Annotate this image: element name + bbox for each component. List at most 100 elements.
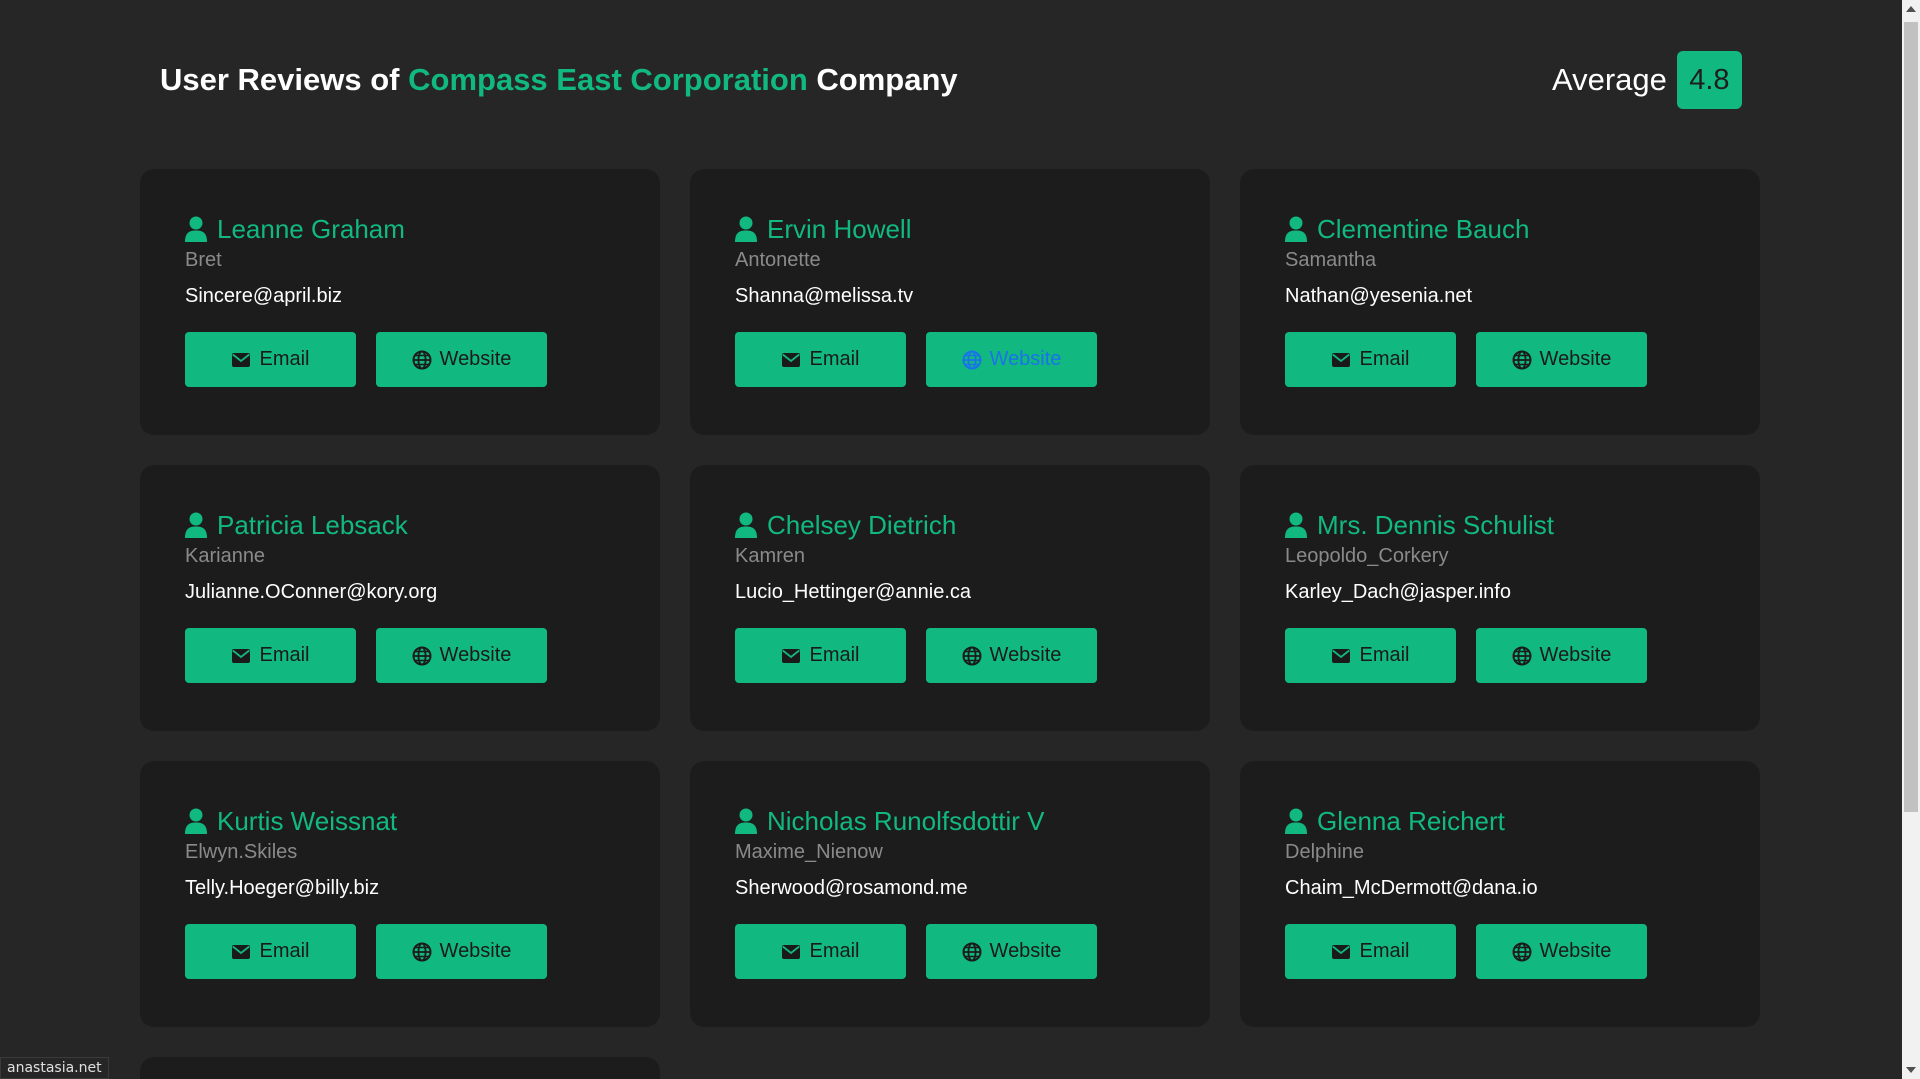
- globe-icon: [1512, 350, 1532, 370]
- website-button-label: Website: [1539, 940, 1612, 962]
- email-button[interactable]: Email: [1285, 924, 1456, 979]
- user-name-text: Nicholas Runolfsdottir V: [767, 805, 1045, 836]
- card-actions: Email Website: [185, 332, 615, 387]
- user-icon: [185, 216, 207, 242]
- user-email: Lucio_Hettinger@annie.ca: [735, 581, 972, 603]
- email-button[interactable]: Email: [185, 332, 356, 387]
- website-button[interactable]: Website: [926, 628, 1097, 683]
- card-actions: Email Website: [735, 628, 1165, 683]
- scrollbar-thumb[interactable]: [1904, 22, 1918, 812]
- email-button[interactable]: Email: [185, 924, 356, 979]
- user-name: Ervin Howell: [735, 213, 1165, 245]
- user-icon: [735, 216, 757, 242]
- email-button[interactable]: Email: [735, 628, 906, 683]
- user-name-text: Glenna Reichert: [1317, 805, 1505, 836]
- user-email: Telly.Hoeger@billy.biz: [185, 877, 380, 899]
- vertical-scrollbar[interactable]: [1902, 0, 1920, 1079]
- title-prefix: User Reviews of: [160, 62, 400, 97]
- page: User Reviews of Compass East Corporation…: [0, 0, 1920, 1079]
- review-card: Mrs. Dennis Schulist Leopoldo_Corkery Karl…: [1240, 465, 1760, 731]
- user-username: Delphine: [1285, 841, 1364, 863]
- user-name: Leanne Graham: [185, 213, 615, 245]
- email-button-label: Email: [259, 940, 310, 962]
- scroll-up-arrow-icon[interactable]: [1906, 6, 1916, 12]
- website-button[interactable]: Website: [376, 628, 547, 683]
- website-button-label: Website: [439, 940, 512, 962]
- email-button[interactable]: Email: [1285, 628, 1456, 683]
- website-button-label: Website: [989, 644, 1062, 666]
- average-rating: Average 4.8: [1552, 51, 1742, 109]
- average-badge: 4.8: [1676, 51, 1742, 109]
- user-username: Kamren: [735, 545, 806, 567]
- user-username: Antonette: [735, 249, 821, 271]
- user-name: Clementine Bauch: [1285, 213, 1715, 245]
- status-bar-url: anastasia.net: [0, 1057, 109, 1079]
- email-button-label: Email: [1359, 348, 1410, 370]
- review-card: Nicholas Runolfsdottir V Maxime_Nienow She…: [690, 761, 1210, 1027]
- website-button-label: Website: [989, 940, 1062, 962]
- envelope-icon: [231, 942, 251, 962]
- website-button-label: Website: [439, 644, 512, 666]
- website-button-label: Website: [1539, 348, 1612, 370]
- envelope-icon: [1331, 942, 1351, 962]
- email-button[interactable]: Email: [735, 332, 906, 387]
- review-card: Chelsey Dietrich Kamren Lucio_Hettinger@an…: [690, 465, 1210, 731]
- globe-icon: [962, 646, 982, 666]
- user-name: Glenna Reichert: [1285, 805, 1715, 837]
- user-email: Chaim_McDermott@dana.io: [1285, 877, 1538, 899]
- user-email: Sincere@april.biz: [185, 285, 343, 307]
- card-actions: Email Website: [735, 924, 1165, 979]
- user-icon: [735, 808, 757, 834]
- user-username: Karianne: [185, 545, 266, 567]
- card-actions: Email Website: [1285, 924, 1715, 979]
- envelope-icon: [781, 646, 801, 666]
- email-button-label: Email: [809, 644, 860, 666]
- review-card-grid: Leanne Graham Bret Sincere@april.biz Email W…: [140, 169, 1760, 1079]
- website-button[interactable]: Website: [926, 332, 1097, 387]
- user-name-text: Ervin Howell: [767, 213, 912, 244]
- envelope-icon: [781, 942, 801, 962]
- website-button-label: Website: [989, 348, 1062, 370]
- review-card: Ervin Howell Antonette Shanna@melissa.tv Em…: [690, 169, 1210, 435]
- envelope-icon: [231, 646, 251, 666]
- user-icon: [185, 512, 207, 538]
- user-username: Elwyn.Skiles: [185, 841, 298, 863]
- average-label: Average: [1552, 62, 1667, 97]
- scroll-down-arrow-icon[interactable]: [1906, 1067, 1916, 1073]
- user-icon: [185, 808, 207, 834]
- user-icon: [1285, 216, 1307, 242]
- card-actions: Email Website: [185, 628, 615, 683]
- envelope-icon: [1331, 350, 1351, 370]
- globe-icon: [1512, 646, 1532, 666]
- user-name: Kurtis Weissnat: [185, 805, 615, 837]
- website-button[interactable]: Website: [1476, 332, 1647, 387]
- website-button[interactable]: Website: [376, 332, 547, 387]
- website-button[interactable]: Website: [376, 924, 547, 979]
- website-button[interactable]: Website: [1476, 924, 1647, 979]
- user-name: Patricia Lebsack: [185, 509, 615, 541]
- email-button-label: Email: [259, 348, 310, 370]
- user-icon: [1285, 512, 1307, 538]
- user-name-text: Leanne Graham: [217, 213, 405, 244]
- website-button-label: Website: [439, 348, 512, 370]
- user-name-text: Kurtis Weissnat: [217, 805, 398, 836]
- website-button[interactable]: Website: [926, 924, 1097, 979]
- globe-icon: [412, 942, 432, 962]
- user-name: Nicholas Runolfsdottir V: [735, 805, 1165, 837]
- globe-icon: [962, 942, 982, 962]
- review-card: [140, 1057, 660, 1079]
- email-button[interactable]: Email: [185, 628, 356, 683]
- website-button[interactable]: Website: [1476, 628, 1647, 683]
- company-name: Compass East Corporation: [408, 62, 808, 97]
- email-button-label: Email: [809, 940, 860, 962]
- globe-icon: [1512, 942, 1532, 962]
- user-email: Julianne.OConner@kory.org: [185, 581, 438, 603]
- website-button-label: Website: [1539, 644, 1612, 666]
- user-email: Karley_Dach@jasper.info: [1285, 581, 1511, 603]
- email-button[interactable]: Email: [1285, 332, 1456, 387]
- title-suffix: Company: [816, 62, 958, 97]
- globe-icon: [412, 646, 432, 666]
- user-username: Leopoldo_Corkery: [1285, 545, 1449, 567]
- email-button[interactable]: Email: [735, 924, 906, 979]
- user-email: Sherwood@rosamond.me: [735, 877, 968, 899]
